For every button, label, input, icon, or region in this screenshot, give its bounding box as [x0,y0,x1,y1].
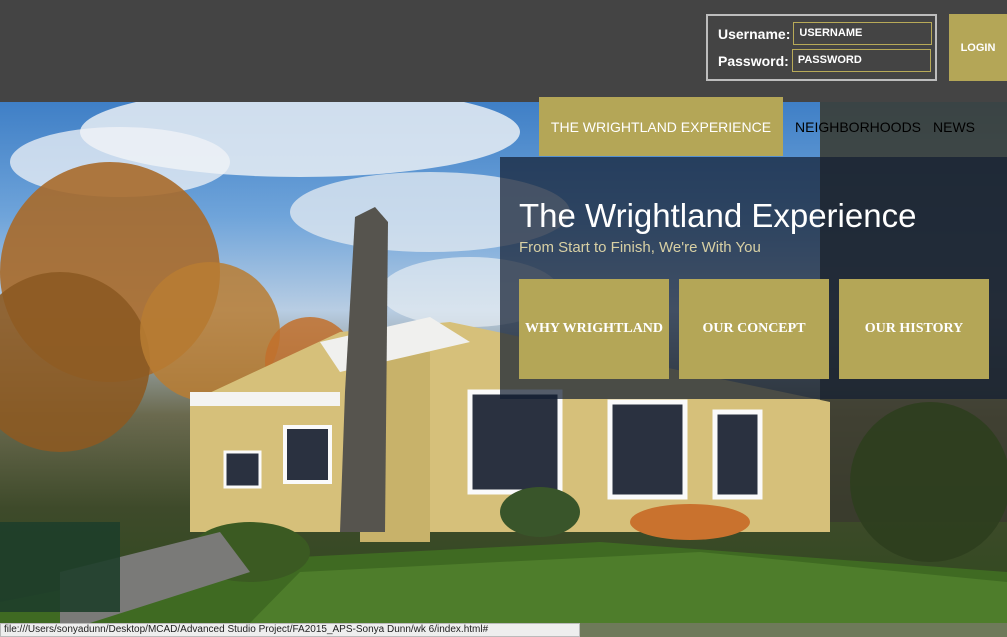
main-nav: THE WRIGHTLAND EXPERIENCE NEIGHBORHOODS … [539,97,987,156]
password-label: Password: [718,52,789,69]
nav-item-news[interactable]: NEWS [933,97,987,156]
hero-panel: The Wrightland Experience From Start to … [500,157,1007,399]
username-input[interactable]: USERNAME [793,22,933,45]
password-input[interactable]: PASSWORD [791,49,931,72]
login-button[interactable]: LOGIN [949,14,1007,81]
our-history-tile[interactable]: OUR HISTORY [839,279,989,379]
our-concept-tile[interactable]: OUR CONCEPT [679,279,829,379]
nav-item-wrightland-experience[interactable]: THE WRIGHTLAND EXPERIENCE [539,97,783,156]
hero-subtitle: From Start to Finish, We're With You [519,239,761,256]
why-wrightland-tile[interactable]: WHY WRIGHTLAND [519,279,669,379]
password-row: Password: PASSWORD [718,49,931,72]
username-row: Username: USERNAME [718,22,933,45]
hero-title: The Wrightland Experience [519,197,917,234]
username-label: Username: [718,25,791,42]
browser-status-bar: file:///Users/sonyadunn/Desktop/MCAD/Adv… [0,623,580,637]
nav-item-neighborhoods[interactable]: NEIGHBORHOODS [783,97,933,156]
login-form: Username: USERNAME Password: PASSWORD [706,14,937,81]
